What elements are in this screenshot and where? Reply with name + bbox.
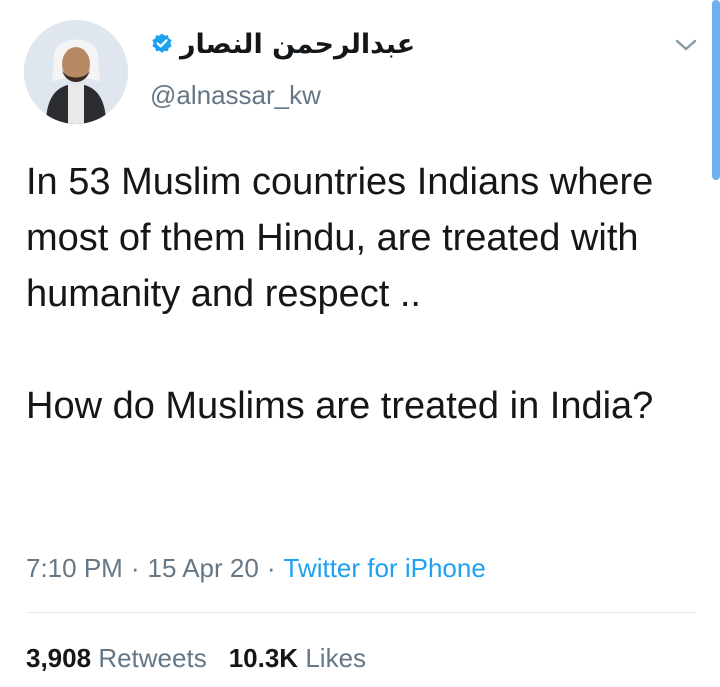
likes-count: 10.3K [228,643,299,673]
meta-separator: · [130,553,140,583]
name-row: عبدالرحمن النصار [150,22,610,66]
chevron-down-icon[interactable] [672,34,700,56]
tweet-paragraph: In 53 Muslim countries Indians where mos… [26,161,654,315]
tweet-time[interactable]: 7:10 PM [26,553,123,583]
divider [26,612,696,613]
tweet-meta: 7:10 PM · 15 Apr 20 · Twitter for iPhone [26,548,486,588]
tweet-card: عبدالرحمن النصار @alnassar_kw In 53 Musl… [0,0,720,687]
display-name[interactable]: عبدالرحمن النصار [180,29,415,60]
retweets-label: Retweets [98,643,207,673]
tweet-date[interactable]: 15 Apr 20 [148,553,259,583]
scrollbar[interactable] [712,0,720,180]
tweet-source-link[interactable]: Twitter for iPhone [283,553,485,583]
meta-separator: · [266,553,276,583]
likes-stat[interactable]: 10.3K Likes [229,643,366,673]
retweets-count: 3,908 [26,643,92,673]
tweet-stats: 3,908 Retweets 10.3K Likes [26,638,366,678]
avatar-photo [24,20,128,124]
likes-label: Likes [305,643,367,673]
tweet-paragraph: How do Muslims are treated in India? [26,385,654,427]
user-handle[interactable]: @alnassar_kw [150,80,610,110]
tweet-text: In 53 Muslim countries Indians where mos… [26,154,686,434]
avatar[interactable] [24,20,128,124]
retweets-stat[interactable]: 3,908 Retweets [26,643,207,673]
tweet-header: عبدالرحمن النصار @alnassar_kw [150,22,610,111]
verified-badge-icon [152,33,172,53]
